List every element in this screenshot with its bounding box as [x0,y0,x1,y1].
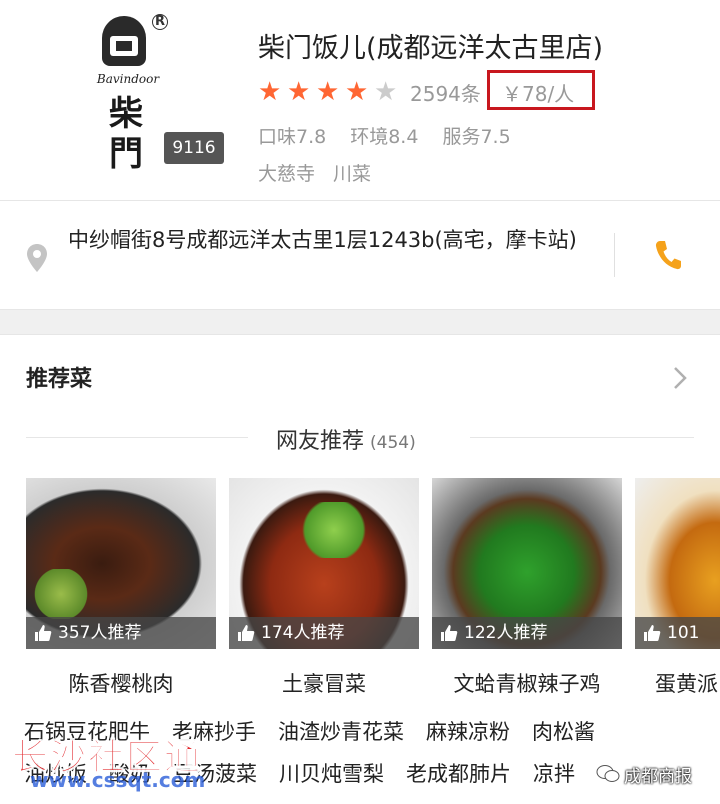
more-dish-link[interactable]: 凉拌 [533,758,575,788]
score-environment: 环境8.4 [350,126,419,148]
score-taste: 口味7.8 [258,126,327,148]
score-service: 服务7.5 [442,126,511,148]
tag-cuisine[interactable]: 川菜 [333,159,371,186]
vertical-divider [614,233,615,277]
recommend-title: 推荐菜 [26,367,93,392]
dish-recommend-count: 174人推荐 [261,623,345,643]
chevron-right-icon [674,367,687,389]
dish-name: 蛋黄派 [655,672,718,696]
watermark-right-text: 成都商报 [624,766,692,787]
section-gap [0,309,720,335]
registered-mark: R [152,14,168,30]
phone-icon[interactable] [654,239,682,271]
net-recommend-title: 网友推荐 (454) [276,423,416,455]
more-dish-link[interactable]: 油渣炒青花菜 [278,716,404,746]
dish-recommend-count: 122人推荐 [464,623,548,643]
net-recommend-label: 网友推荐 [276,429,365,454]
address-text: 中纱帽街8号成都远洋太古里1层1243b(高宅，摩卡站) [68,228,577,252]
photo-count-badge[interactable]: 9116 [164,132,224,164]
dish-recommend-bar: 174人推荐 [229,617,419,649]
recommend-header[interactable]: 推荐菜 [0,335,720,415]
shop-header: R Bavindoor 柴門 9116 柴门饭儿(成都远洋太古里店) ★ ★ ★… [0,0,720,200]
thumbs-up-icon [35,625,52,641]
address-row[interactable]: 中纱帽街8号成都远洋太古里1层1243b(高宅，摩卡站) [0,201,720,309]
divider [26,437,248,438]
sub-scores: 口味7.8 环境8.4 服务7.5 [258,122,511,149]
net-recommend-count: (454) [370,433,416,453]
rating-stars: ★ ★ ★ ★ ★ [258,78,403,106]
shop-logo[interactable]: R Bavindoor 柴門 [86,10,170,174]
more-dish-link[interactable]: 老成都肺片 [406,758,511,788]
logo-brand-cn: 柴門 [109,94,143,174]
location-pin-icon [27,244,47,272]
dish-card[interactable]: 101 [635,478,720,649]
shop-name: 柴门饭儿(成都远洋太古里店) [258,33,604,64]
dish-name: 陈香樱桃肉 [68,672,174,696]
price-per-person: ￥78/人 [502,82,575,106]
review-count[interactable]: 2594条 [410,78,481,107]
more-dish-link[interactable]: 川贝炖雪梨 [279,758,384,788]
thumbs-up-icon [441,625,458,641]
dish-recommend-count: 101 [667,623,700,643]
divider [470,437,694,438]
star-icon: ★ [345,77,369,107]
thumbs-up-icon [644,625,661,641]
watermark-left: 长沙社区通 www.cssqt.com [11,728,212,798]
star-icon: ★ [258,77,282,107]
more-dish-link[interactable]: 肉松酱 [532,716,595,746]
dish-recommend-count: 357人推荐 [58,623,142,643]
star-icon: ★ [316,77,340,107]
logo-brand-en: Bavindoor [96,72,160,86]
star-icon: ★ [287,77,311,107]
tag-area[interactable]: 大慈寺 [258,159,315,186]
wechat-icon [596,765,620,782]
dish-name: 文蛤青椒辣子鸡 [453,672,601,696]
dish-name: 土豪冒菜 [282,672,366,696]
dish-card[interactable]: 357人推荐 [26,478,216,649]
star-empty-icon: ★ [374,77,398,107]
dish-recommend-bar: 357人推荐 [26,617,216,649]
watermark-url: www.cssqt.com [30,768,206,792]
shop-tags: 大慈寺 川菜 [258,159,371,186]
more-dish-link[interactable]: 麻辣凉粉 [426,716,510,746]
watermark-right: 成都商报 [596,762,692,787]
dish-recommend-bar: 122人推荐 [432,617,622,649]
thumbs-up-icon [238,625,255,641]
logo-emblem-icon [102,16,146,66]
dish-card[interactable]: 122人推荐 [432,478,622,649]
dish-card[interactable]: 174人推荐 [229,478,419,649]
dish-recommend-bar: 101 [635,617,720,649]
